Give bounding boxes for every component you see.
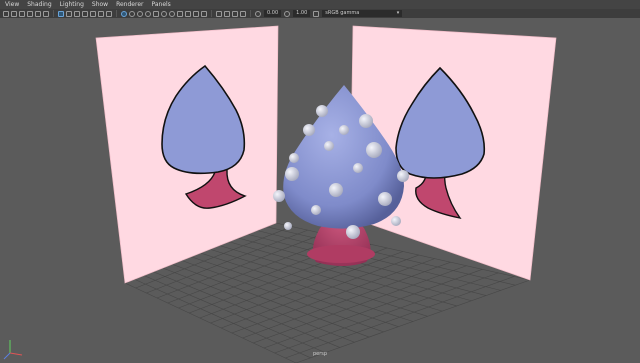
toolbar-divider <box>211 10 212 17</box>
menu-renderer[interactable]: Renderer <box>116 0 143 9</box>
bubble-sphere <box>391 216 401 226</box>
bubble-sphere <box>366 142 382 158</box>
perspective-viewport[interactable] <box>0 18 640 363</box>
exposure-field[interactable]: 0.00 <box>264 10 282 17</box>
menu-view[interactable]: View <box>5 0 19 9</box>
camera-name-label: persp <box>312 351 328 357</box>
motion-blur-icon[interactable] <box>185 10 191 17</box>
gamma-icon[interactable] <box>284 10 291 17</box>
select-camera-icon[interactable] <box>3 10 9 17</box>
ambient-occlusion-icon[interactable] <box>177 10 183 17</box>
xray-joints-icon[interactable] <box>240 10 246 17</box>
xray-icon[interactable] <box>224 10 230 17</box>
bubble-sphere <box>285 167 299 181</box>
grease-pencil-icon[interactable] <box>43 10 49 17</box>
bubble-sphere <box>353 163 363 173</box>
panel-toolbar: 0.00 1.00 sRGB gamma ▾ <box>0 9 640 18</box>
bubble-sphere <box>316 105 328 117</box>
bubble-sphere <box>339 125 349 135</box>
safe-title-icon[interactable] <box>106 10 112 17</box>
gamma-field[interactable]: 1.00 <box>293 10 311 17</box>
menu-lighting[interactable]: Lighting <box>60 0 84 9</box>
gate-mask-icon[interactable] <box>82 10 88 17</box>
xray-active-components-icon[interactable] <box>232 10 238 17</box>
menu-shading[interactable]: Shading <box>27 0 51 9</box>
bookmarks-icon[interactable] <box>19 10 25 17</box>
bubble-sphere <box>329 183 343 197</box>
wireframe-icon[interactable] <box>121 10 127 17</box>
camera-attributes-icon[interactable] <box>11 10 17 17</box>
toolbar-divider <box>53 10 54 17</box>
menu-show[interactable]: Show <box>92 0 108 9</box>
bubble-sphere <box>346 225 360 239</box>
bubble-sphere <box>378 192 392 206</box>
viewport-canvas[interactable] <box>0 18 640 363</box>
menu-panels[interactable]: Panels <box>151 0 170 9</box>
depth-of-field-icon[interactable] <box>201 10 207 17</box>
shadows-icon[interactable] <box>169 10 175 17</box>
isolate-select-icon[interactable] <box>216 10 222 17</box>
stem-base <box>307 245 375 263</box>
smooth-shade-icon[interactable] <box>129 10 135 17</box>
bubble-sphere <box>359 114 373 128</box>
view-transform-dropdown[interactable]: sRGB gamma ▾ <box>322 10 403 17</box>
anti-aliasing-icon[interactable] <box>193 10 199 17</box>
view-transform-value: sRGB gamma <box>325 10 360 16</box>
grid-toggle-icon[interactable] <box>58 10 64 17</box>
toolbar-divider <box>250 10 251 17</box>
chevron-down-icon: ▾ <box>396 10 400 16</box>
wireframe-on-shaded-icon[interactable] <box>145 10 151 17</box>
bubble-sphere <box>397 170 409 182</box>
toolbar-divider <box>116 10 117 17</box>
field-chart-icon[interactable] <box>90 10 96 17</box>
default-material-icon[interactable] <box>137 10 143 17</box>
bubble-sphere <box>273 190 285 202</box>
exposure-icon[interactable] <box>255 10 261 17</box>
image-plane-icon[interactable] <box>27 10 33 17</box>
textured-icon[interactable] <box>153 10 159 17</box>
bubble-sphere <box>311 205 321 215</box>
bubble-sphere <box>284 222 292 230</box>
bubble-sphere <box>324 141 334 151</box>
2d-pan-zoom-icon[interactable] <box>35 10 41 17</box>
resolution-gate-icon[interactable] <box>74 10 80 17</box>
panel-menu-bar: View Shading Lighting Show Renderer Pane… <box>0 0 640 9</box>
safe-action-icon[interactable] <box>98 10 104 17</box>
use-all-lights-icon[interactable] <box>161 10 167 17</box>
color-management-icon[interactable] <box>313 10 320 17</box>
film-gate-icon[interactable] <box>66 10 72 17</box>
bubble-sphere <box>303 124 315 136</box>
bubble-sphere <box>289 153 299 163</box>
